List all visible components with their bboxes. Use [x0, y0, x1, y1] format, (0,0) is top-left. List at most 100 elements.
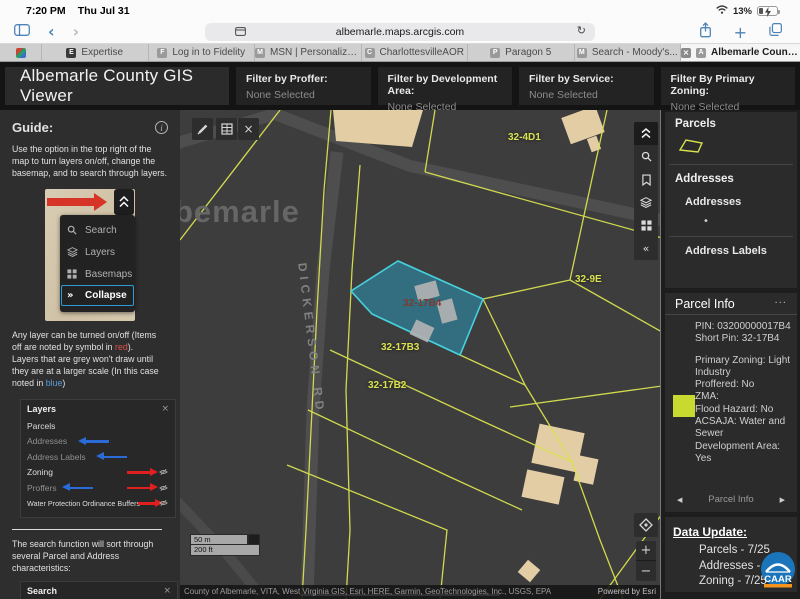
- parcel-short-pin: Short Pin: 32-17B4: [695, 333, 795, 345]
- divider: [669, 236, 793, 237]
- pager-next-icon[interactable]: ▶: [780, 496, 785, 504]
- new-tab-icon[interactable]: +: [734, 23, 747, 42]
- guide-screenshot-search-panel: Search× ▾ Find address or place Search i…: [20, 581, 178, 599]
- layer-row-zoning: Zoning: [27, 465, 169, 481]
- zoom-in-button[interactable]: +: [636, 541, 656, 561]
- tab-albemarle-county-active[interactable]: ×AAlbemarle County...: [681, 44, 800, 61]
- tab-favicon-only[interactable]: [0, 44, 42, 61]
- tab-bar: EExpertise FLog in to Fidelity MMSN | Pe…: [0, 44, 800, 62]
- battery-percent: 13%: [733, 6, 752, 17]
- tab-fidelity[interactable]: FLog in to Fidelity: [149, 44, 256, 61]
- sidebar-toggle-icon[interactable]: [14, 23, 30, 41]
- legend-parcels-title: Parcels: [675, 118, 787, 130]
- info-icon[interactable]: i: [155, 121, 168, 134]
- parcel-pin: PIN: 03200000017B4: [695, 321, 795, 333]
- tab-favicon-icon: M: [577, 48, 587, 58]
- tab-expertise[interactable]: EExpertise: [42, 44, 149, 61]
- guide-screenshot-collapse-menu: Search Layers Basemaps »Collapse: [45, 189, 135, 321]
- blue-arrow: [85, 440, 109, 443]
- menu-item-collapse: »Collapse: [61, 285, 134, 306]
- divider: [669, 164, 793, 165]
- visibility-off-icon: [159, 484, 168, 492]
- filter-label: Filter by Service:: [529, 73, 644, 85]
- measure-tool-button[interactable]: [192, 118, 213, 140]
- legend-address-labels: Address Labels: [685, 245, 787, 257]
- tab-label: Expertise: [81, 47, 123, 58]
- filter-primary-zoning[interactable]: Filter By Primary Zoning: None Selected: [661, 67, 796, 105]
- zoom-out-button[interactable]: −: [636, 561, 656, 581]
- collapse-toolbar-button[interactable]: «: [634, 237, 658, 260]
- blue-arrow: [103, 456, 127, 459]
- zoning-color-swatch: [673, 395, 695, 417]
- page-settings-icon[interactable]: [235, 27, 246, 39]
- status-bar: 7:20 PM Thu Jul 31 13%: [0, 0, 800, 20]
- filter-label: Filter By Primary Zoning:: [671, 73, 786, 97]
- address-bar[interactable]: albemarle.maps.arcgis.com ↻: [205, 23, 595, 41]
- tab-label: CharlottesvilleAOR: [380, 47, 464, 58]
- guide-paragraph-1: Use the option in the top right of the m…: [12, 143, 168, 179]
- tab-moodys[interactable]: M Search - Moody's...: [575, 44, 682, 61]
- layer-row-addresses: Addresses: [27, 434, 169, 450]
- guide-panel: Guide: i Use the option in the top right…: [0, 110, 180, 599]
- menu-item-basemaps: Basemaps: [60, 263, 135, 285]
- red-arrow: [127, 471, 151, 474]
- tab-overview-icon[interactable]: [769, 23, 782, 41]
- parcel-info-title: Parcel Info: [675, 297, 735, 311]
- table-tool-button[interactable]: [216, 118, 237, 140]
- menu-item-search: Search: [60, 219, 135, 241]
- guide-paragraph-2: Any layer can be turned on/off (Items of…: [12, 329, 168, 389]
- legend-panel: Parcels Addresses Addresses • Address La…: [665, 112, 797, 288]
- map-canvas[interactable]: bemarle DICKERSON RD 32-4D1 32-9E 32-17B…: [180, 110, 660, 599]
- browser-toolbar: ‹ › albemarle.maps.arcgis.com ↻ +: [0, 20, 800, 44]
- map-attribution: County of Albemarle, VITA, West Virginia…: [180, 585, 660, 599]
- filter-proffer[interactable]: Filter by Proffer: None Selected: [236, 67, 371, 105]
- bookmarks-tool-button[interactable]: [634, 168, 658, 191]
- layer-row-parcels: Parcels: [27, 418, 169, 434]
- layers-tool-button[interactable]: [634, 191, 658, 214]
- map-tools-toolbar: «: [634, 122, 658, 260]
- tab-favicon-icon: [16, 48, 26, 58]
- tab-label: MSN | Personalized...: [270, 47, 361, 58]
- reload-icon[interactable]: ↻: [577, 24, 586, 37]
- scale-bar: 50 m 200 ft: [190, 534, 260, 556]
- expand-toolbar-button[interactable]: [634, 122, 658, 145]
- search-tool-button[interactable]: [634, 145, 658, 168]
- zoom-controls: + −: [636, 541, 656, 581]
- basemaps-tool-button[interactable]: [634, 214, 658, 237]
- svg-text:CAAR: CAAR: [764, 574, 792, 585]
- filter-service[interactable]: Filter by Service: None Selected: [519, 67, 654, 105]
- filter-development-area[interactable]: Filter by Development Area: None Selecte…: [378, 67, 513, 105]
- tab-charlottesville-aor[interactable]: CCharlottesvilleAOR: [362, 44, 469, 61]
- layer-row-proffers: Proffers: [27, 480, 169, 496]
- red-arrow: [138, 502, 156, 505]
- parcel-swatch-icon: [677, 137, 705, 155]
- tab-paragon[interactable]: PParagon 5: [468, 44, 575, 61]
- parcel-info-pager: ◀ Parcel Info ▶: [677, 494, 785, 505]
- scale-segment: [248, 534, 260, 545]
- close-tab-icon[interactable]: ×: [681, 48, 691, 58]
- basemap: [180, 110, 660, 599]
- address-dot-icon: •: [703, 217, 787, 227]
- red-arrow: [127, 487, 151, 490]
- back-icon[interactable]: ‹: [48, 22, 55, 42]
- scale-meters: 50 m: [190, 534, 248, 545]
- share-icon[interactable]: [699, 22, 712, 43]
- forward-icon: ›: [73, 22, 80, 42]
- basemaps-icon: [67, 269, 79, 279]
- options-menu-icon[interactable]: ···: [774, 298, 787, 309]
- close-tool-button[interactable]: ×: [238, 118, 259, 140]
- layer-row-address-labels: Address Labels: [27, 449, 169, 465]
- filter-value: None Selected: [529, 89, 644, 101]
- app-header: Albemarle County GIS Viewer Filter by Pr…: [0, 62, 800, 110]
- parcel-label-selected: 32-17B4: [403, 298, 441, 309]
- red-arrow: [47, 198, 95, 206]
- visibility-off-icon: [159, 499, 168, 507]
- locate-button[interactable]: [634, 513, 658, 537]
- pager-prev-icon[interactable]: ◀: [677, 496, 682, 504]
- menu-item-layers: Layers: [60, 241, 135, 263]
- tab-label: Search - Moody's...: [592, 47, 678, 58]
- tab-msn[interactable]: MMSN | Personalized...: [255, 44, 362, 61]
- legend-addresses-group: Addresses: [675, 173, 787, 185]
- parcel-label: 32-17B2: [368, 380, 406, 391]
- app-title: Albemarle County GIS Viewer: [5, 67, 229, 105]
